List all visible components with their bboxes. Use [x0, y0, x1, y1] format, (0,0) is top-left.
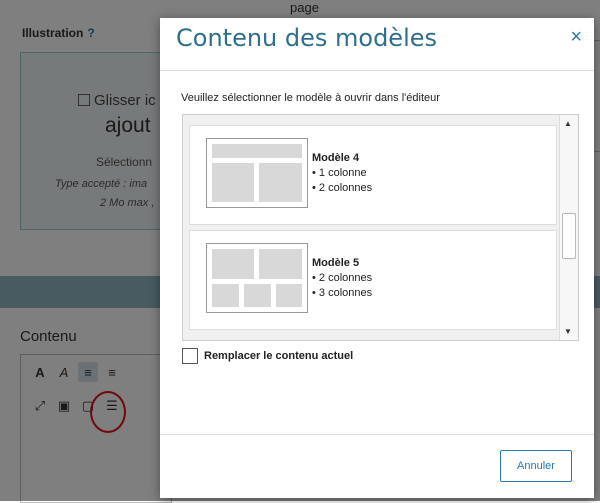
template-feature: • 3 colonnes: [312, 287, 373, 299]
scrollbar-thumb[interactable]: [562, 213, 576, 259]
template-item-4[interactable]: Modèle 4 • 1 colonne • 2 colonnes: [189, 125, 557, 225]
template-thumbnail: [206, 243, 308, 313]
list-scrollbar[interactable]: ▲ ▼: [559, 115, 578, 340]
template-list[interactable]: Modèle 4 • 1 colonne • 2 colonnes Modèle…: [182, 114, 579, 341]
instruction-text: Veuillez sélectionner le modèle à ouvrir…: [181, 92, 440, 104]
template-item-5[interactable]: Modèle 5 • 2 colonnes • 3 colonnes: [189, 230, 557, 330]
template-thumbnail: [206, 138, 308, 208]
footer-divider: [160, 434, 594, 435]
scroll-down-icon[interactable]: ▼: [564, 327, 572, 336]
template-feature: • 1 colonne: [312, 167, 367, 179]
templates-dialog: Contenu des modèles × Veuillez sélection…: [160, 18, 594, 498]
cancel-button[interactable]: Annuler: [500, 450, 572, 482]
template-feature: • 2 colonnes: [312, 182, 373, 194]
replace-content-label: Remplacer le contenu actuel: [204, 350, 354, 362]
scroll-up-icon[interactable]: ▲: [564, 119, 572, 128]
close-icon[interactable]: ×: [570, 26, 582, 49]
replace-content-row[interactable]: Remplacer le contenu actuel: [182, 348, 353, 364]
replace-content-checkbox[interactable]: [182, 348, 198, 364]
dialog-title: Contenu des modèles: [176, 24, 438, 52]
header-divider: [160, 70, 594, 71]
template-feature: • 2 colonnes: [312, 272, 373, 284]
template-name: Modèle 4: [312, 152, 360, 164]
template-name: Modèle 5: [312, 257, 360, 269]
